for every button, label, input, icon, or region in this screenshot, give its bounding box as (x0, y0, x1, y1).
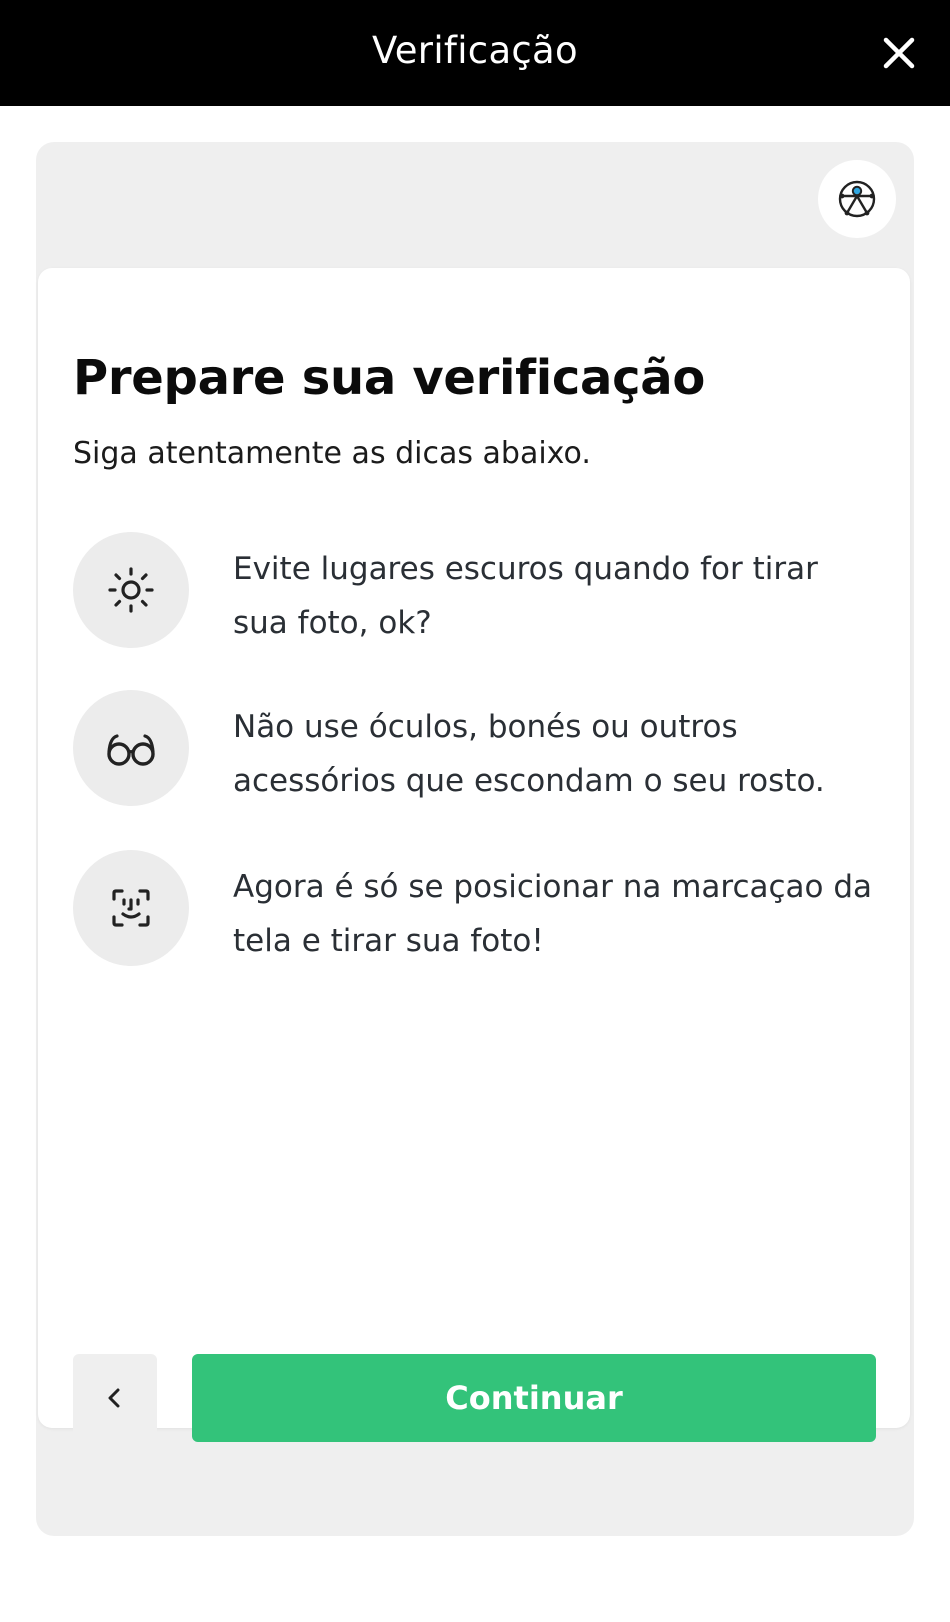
tip-text: Agora é só se posicionar na marcaçao da … (233, 869, 873, 959)
verification-panel: Prepare sua verificação Siga atentamente… (36, 142, 914, 1536)
tip-item: Não use óculos, bonés ou outros acessóri… (73, 690, 873, 808)
tip-icon-circle (73, 532, 189, 648)
page-title: Verificação (372, 29, 578, 72)
accessibility-icon (838, 180, 876, 218)
glasses-icon (107, 734, 155, 766)
section-heading: Prepare sua verificação (73, 350, 706, 406)
tip-item: Evite lugares escuros quando for tirar s… (73, 532, 873, 650)
sun-icon (108, 567, 154, 613)
tip-icon-circle (73, 850, 189, 966)
section-subtitle: Siga atentamente as dicas abaixo. (73, 436, 591, 471)
tip-text: Não use óculos, bonés ou outros acessóri… (233, 709, 825, 799)
chevron-left-icon (108, 1388, 120, 1408)
tip-icon-circle (73, 690, 189, 806)
accessibility-button[interactable] (818, 160, 896, 238)
face-scan-icon (112, 889, 150, 927)
tip-text: Evite lugares escuros quando for tirar s… (233, 551, 818, 641)
tip-item: Agora é só se posicionar na marcaçao da … (73, 850, 873, 968)
close-button[interactable] (880, 34, 918, 72)
instructions-card: Prepare sua verificação Siga atentamente… (38, 268, 910, 1442)
back-button[interactable] (73, 1354, 157, 1442)
top-bar: Verificação (0, 0, 950, 106)
close-icon (883, 37, 915, 69)
continue-button[interactable]: Continuar (192, 1354, 876, 1442)
